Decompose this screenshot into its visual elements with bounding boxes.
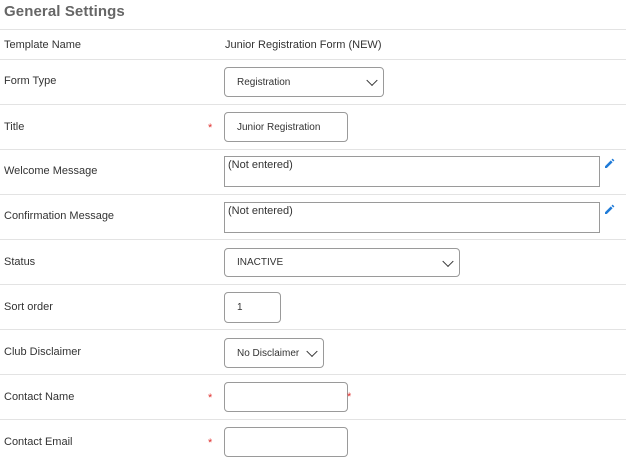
contact-email-input[interactable] <box>224 427 348 457</box>
pencil-icon[interactable] <box>603 157 615 169</box>
welcome-message-field: (Not entered) <box>224 156 600 187</box>
template-name-label: Template Name <box>4 39 82 51</box>
form-type-select[interactable]: Registration <box>224 67 384 97</box>
sort-order-value: 1 <box>237 302 243 313</box>
row-contact-name: Contact Name * * <box>0 374 626 420</box>
club-disclaimer-selected: No Disclaimer <box>237 347 300 359</box>
section-title: General Settings <box>4 3 125 20</box>
welcome-message-label: Welcome Message <box>4 165 98 177</box>
row-template-name: Template Name Junior Registration Form (… <box>0 29 626 60</box>
club-disclaimer-label: Club Disclaimer <box>4 346 82 358</box>
title-label: Title <box>4 121 25 133</box>
template-name-value: Junior Registration Form (NEW) <box>225 39 382 51</box>
row-title: Title * Junior Registration <box>0 104 626 150</box>
club-disclaimer-select[interactable]: No Disclaimer <box>224 338 324 368</box>
form-type-selected: Registration <box>237 76 291 88</box>
chevron-down-icon <box>366 74 378 87</box>
title-input[interactable]: Junior Registration <box>224 112 348 142</box>
contact-name-input[interactable] <box>224 382 348 412</box>
required-asterisk: * <box>208 437 213 449</box>
form-type-label: Form Type <box>4 75 57 87</box>
required-asterisk: * <box>208 122 213 134</box>
required-asterisk-trailing: * <box>347 391 352 403</box>
status-label: Status <box>4 256 36 268</box>
contact-email-label: Contact Email <box>4 436 73 448</box>
sort-order-label: Sort order <box>4 301 53 313</box>
row-form-type: Form Type Registration <box>0 59 626 105</box>
chevron-down-icon <box>306 345 318 358</box>
status-selected: INACTIVE <box>237 257 284 268</box>
row-status: Status INACTIVE <box>0 239 626 285</box>
row-contact-email: Contact Email * <box>0 419 626 463</box>
title-input-value: Junior Registration <box>237 121 321 133</box>
row-club-disclaimer: Club Disclaimer No Disclaimer <box>0 329 626 375</box>
sort-order-input[interactable]: 1 <box>224 292 281 323</box>
pencil-icon[interactable] <box>603 203 615 215</box>
confirmation-message-field: (Not entered) <box>224 202 600 233</box>
welcome-message-value: (Not entered) <box>228 159 293 171</box>
confirmation-message-value: (Not entered) <box>228 205 293 217</box>
confirmation-message-label: Confirmation Message <box>4 210 115 222</box>
row-sort-order: Sort order 1 <box>0 284 626 330</box>
row-confirmation-message: Confirmation Message (Not entered) <box>0 194 626 240</box>
chevron-down-icon <box>442 255 454 267</box>
row-welcome-message: Welcome Message (Not entered) <box>0 149 626 195</box>
status-select[interactable]: INACTIVE <box>224 248 460 277</box>
contact-name-label: Contact Name <box>4 391 75 403</box>
required-asterisk: * <box>208 392 213 404</box>
